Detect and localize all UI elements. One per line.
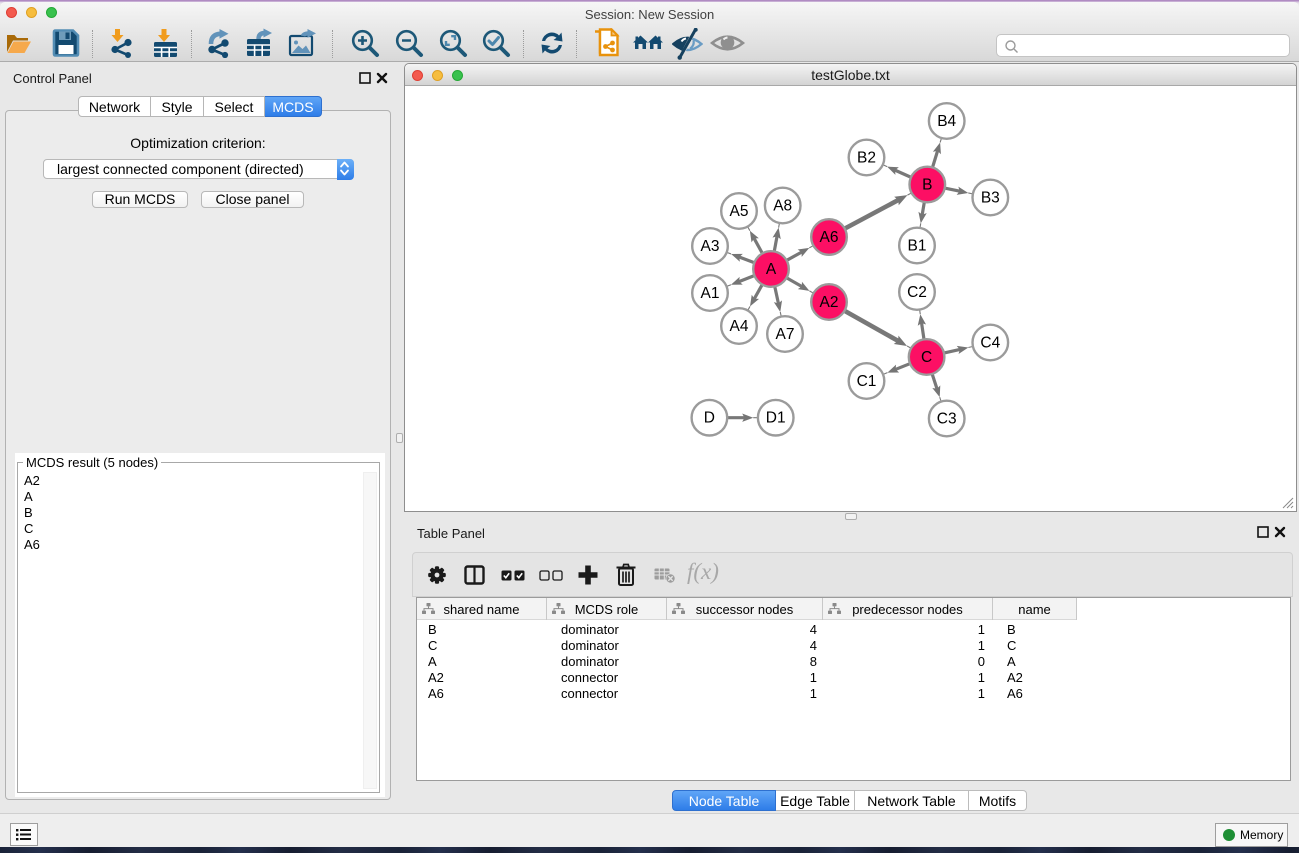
svg-text:B1: B1 [908,238,927,255]
svg-text:A: A [766,261,777,278]
svg-text:C2: C2 [907,284,927,301]
svg-text:A5: A5 [730,203,749,220]
svg-text:C3: C3 [937,411,957,428]
svg-text:D: D [704,410,715,427]
svg-text:B3: B3 [981,190,1000,207]
svg-text:B: B [922,177,932,194]
svg-text:A4: A4 [730,318,749,335]
svg-text:A3: A3 [701,238,720,255]
svg-text:A8: A8 [773,198,792,215]
svg-text:A6: A6 [820,229,839,246]
svg-text:A1: A1 [701,285,720,302]
svg-text:D1: D1 [766,410,786,427]
svg-text:C4: C4 [980,335,1000,352]
svg-text:A7: A7 [776,326,795,343]
svg-text:C1: C1 [857,373,877,390]
svg-text:B4: B4 [937,113,956,130]
svg-text:B2: B2 [857,150,876,167]
svg-text:A2: A2 [820,294,839,311]
svg-text:C: C [921,349,932,366]
